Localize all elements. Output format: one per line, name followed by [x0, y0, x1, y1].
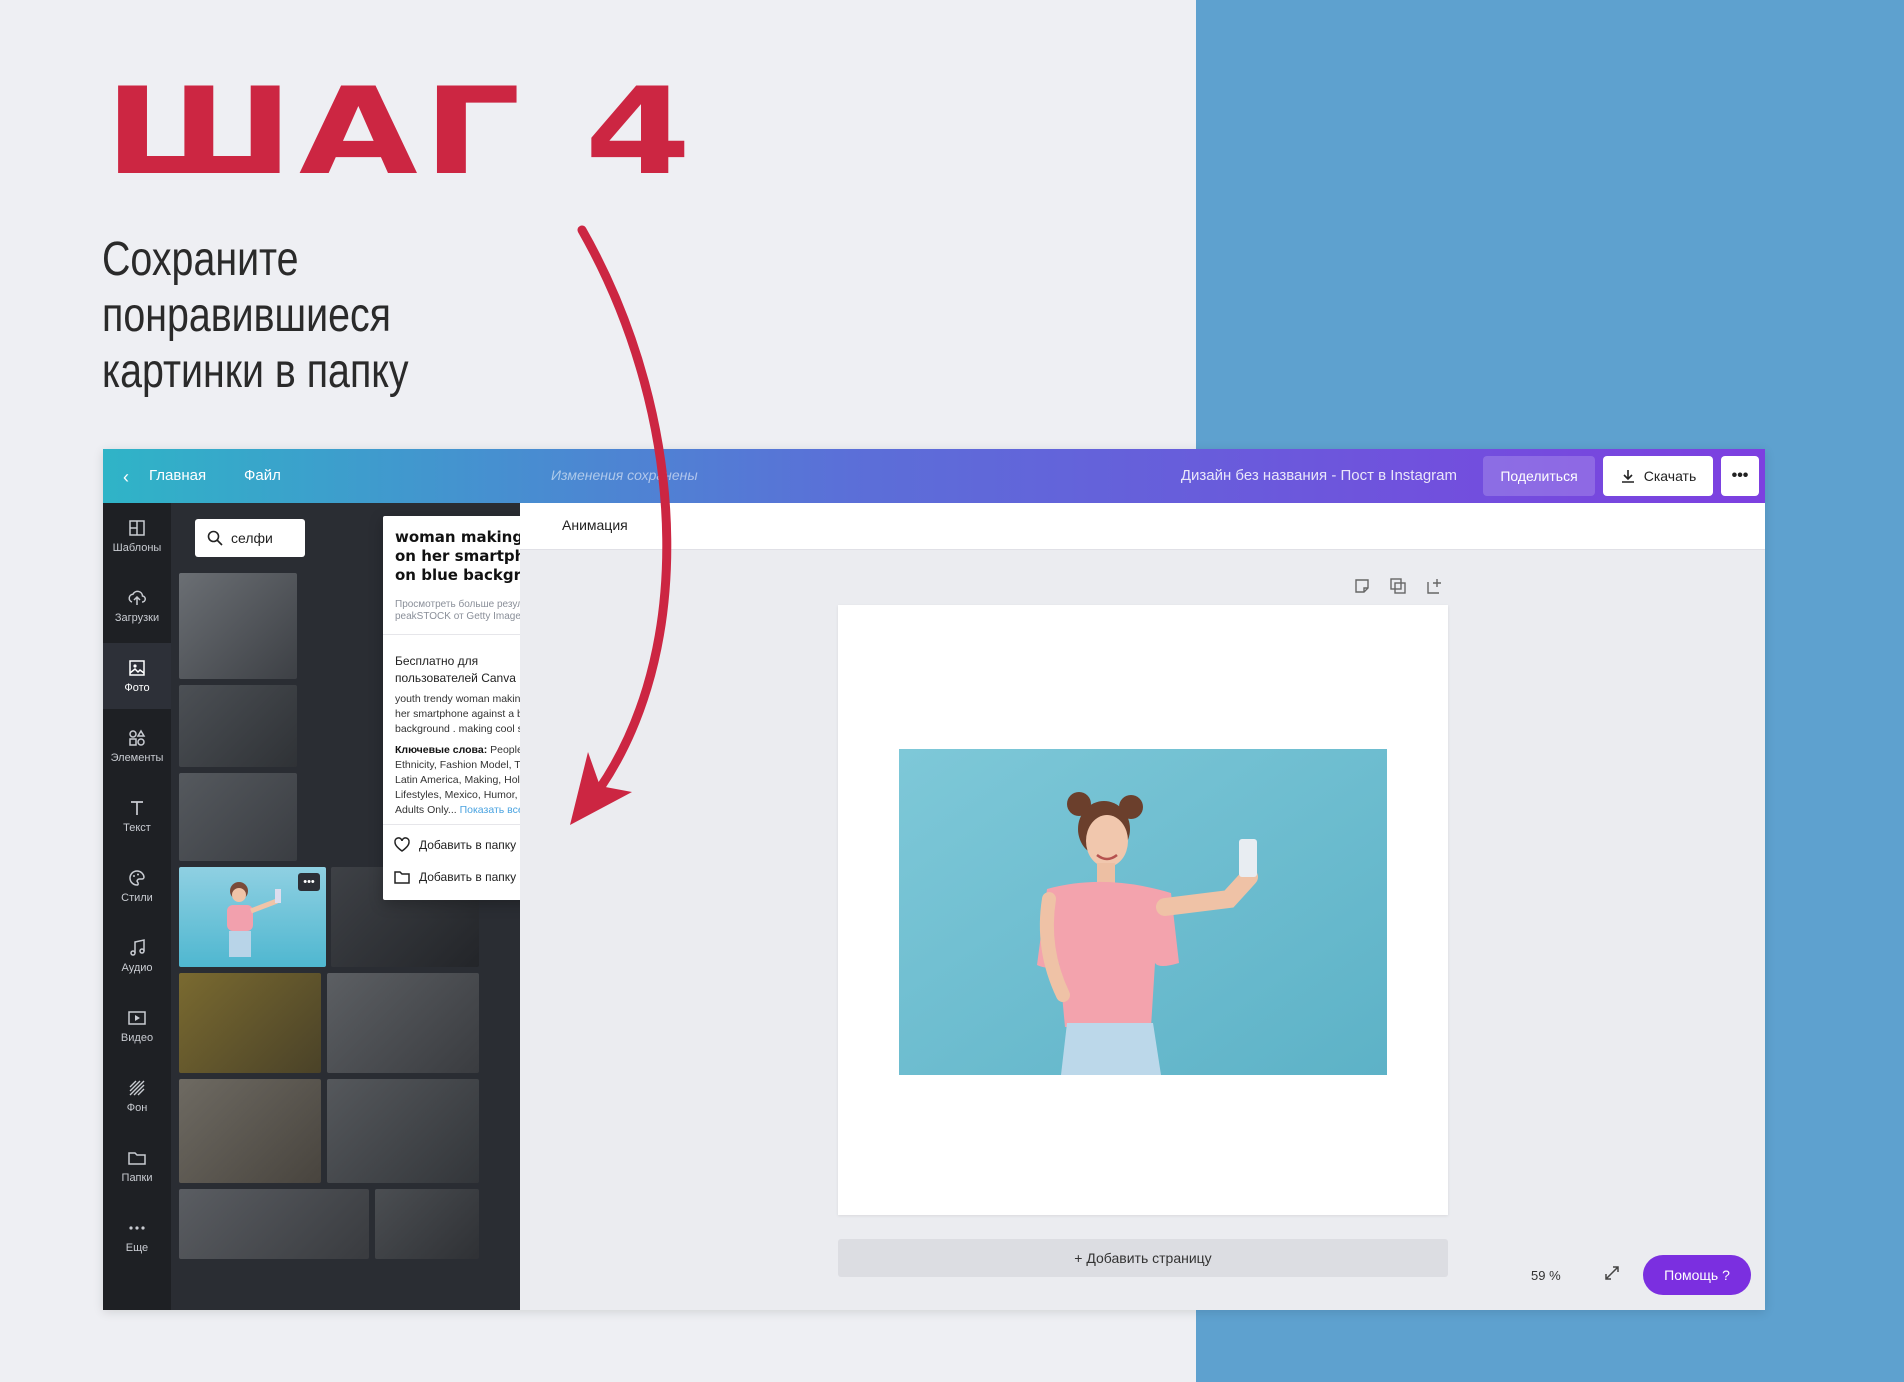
sidebar-item-elements[interactable]: Элементы: [103, 713, 171, 779]
photo-thumbnail[interactable]: [179, 773, 297, 861]
heart-icon: [394, 837, 410, 852]
sidebar-item-label: Еще: [125, 1242, 149, 1254]
selfie-photo[interactable]: [899, 749, 1387, 1075]
search-input[interactable]: селфи: [195, 519, 305, 557]
download-button[interactable]: Скачать: [1603, 456, 1713, 496]
templates-icon: [129, 520, 145, 536]
canva-editor-screenshot: ‹ Главная Файл Изменения сохранены Дизай…: [103, 449, 1765, 1310]
share-button[interactable]: Поделиться: [1483, 456, 1595, 496]
sidebar-item-uploads[interactable]: Загрузки: [103, 573, 171, 639]
note-icon[interactable]: [1353, 577, 1371, 595]
left-sidebar: Шаблоны Загрузки Фото Элементы Текст Сти…: [103, 503, 171, 1310]
sidebar-item-label: Фон: [126, 1102, 148, 1114]
popup-keywords: Ключевые слова: People, Caucasian Ethnic…: [395, 743, 520, 818]
search-value: селфи: [231, 530, 273, 546]
divider: [383, 634, 520, 635]
sidebar-item-label: Шаблоны: [112, 542, 162, 554]
add-page-button[interactable]: + Добавить страницу: [838, 1239, 1448, 1277]
step-description-line: понравившиеся: [102, 289, 391, 342]
elements-icon: [129, 729, 146, 746]
add-to-favorites-label: Добавить в папку «Понрав...: [419, 838, 520, 852]
sidebar-item-background[interactable]: Фон: [103, 1063, 171, 1129]
file-menu[interactable]: Файл: [244, 467, 281, 484]
document-title[interactable]: Дизайн без названия - Пост в Instagram: [1181, 467, 1457, 484]
fullscreen-icon[interactable]: [1603, 1264, 1621, 1282]
add-to-favorites-button[interactable]: Добавить в папку «Понрав...: [393, 836, 520, 854]
palette-icon: [129, 870, 145, 886]
upload-cloud-icon: [128, 590, 146, 605]
add-page-icon[interactable]: [1425, 577, 1443, 595]
video-icon: [128, 1011, 146, 1025]
photo-thumbnail[interactable]: [179, 1079, 321, 1183]
zoom-level[interactable]: 59 %: [1531, 1268, 1561, 1283]
sidebar-item-label: Текст: [123, 822, 151, 834]
music-note-icon: [130, 939, 145, 956]
popup-more-results-link[interactable]: Просмотреть больше результатов для peakS…: [395, 599, 520, 623]
editor-toolbar: [520, 503, 1765, 550]
thumbnail-more-button[interactable]: •••: [298, 873, 320, 891]
sidebar-item-label: Фото: [124, 682, 150, 694]
keywords-label: Ключевые слова:: [395, 744, 488, 756]
popup-description: youth trendy woman making photo on her s…: [395, 693, 520, 735]
download-label: Скачать: [1643, 468, 1697, 484]
sidebar-item-label: Загрузки: [114, 612, 160, 624]
save-status: Изменения сохранены: [551, 467, 698, 483]
editor-topbar: ‹ Главная Файл Изменения сохранены Дизай…: [103, 449, 1765, 503]
photo-thumbnail[interactable]: [375, 1189, 479, 1259]
photo-thumbnail[interactable]: [327, 973, 479, 1073]
home-link[interactable]: Главная: [149, 467, 206, 484]
photo-thumbnail[interactable]: [327, 1079, 479, 1183]
more-dots-icon: [129, 1226, 145, 1230]
sidebar-item-folders[interactable]: Папки: [103, 1133, 171, 1199]
photo-thumbnail[interactable]: [179, 973, 321, 1073]
sidebar-item-label: Стили: [121, 892, 153, 904]
popup-title: woman making photo on her smartphone on …: [395, 528, 520, 584]
sidebar-item-templates[interactable]: Шаблоны: [103, 503, 171, 569]
background-icon: [129, 1080, 145, 1096]
sidebar-item-audio[interactable]: Аудио: [103, 923, 171, 989]
duplicate-page-icon[interactable]: [1389, 577, 1407, 595]
help-button[interactable]: Помощь ?: [1643, 1255, 1751, 1295]
photo-thumbnail[interactable]: [179, 685, 297, 767]
download-icon: [1621, 470, 1634, 483]
photo-thumbnail-selected[interactable]: •••: [179, 867, 326, 967]
sidebar-item-text[interactable]: Текст: [103, 783, 171, 849]
more-options-button[interactable]: •••: [1721, 456, 1759, 496]
add-to-folder-button[interactable]: Добавить в папку: [393, 868, 516, 886]
chevron-left-icon[interactable]: ‹: [123, 467, 129, 488]
design-page[interactable]: [838, 605, 1448, 1215]
page-actions: [1353, 577, 1443, 595]
sidebar-item-label: Видео: [120, 1032, 154, 1044]
folder-icon: [128, 1152, 146, 1165]
divider: [383, 824, 520, 825]
photo-thumbnail[interactable]: [179, 1189, 369, 1259]
sidebar-item-label: Папки: [121, 1172, 153, 1184]
search-icon: [207, 530, 223, 546]
step-description: Сохраните понравившиеся картинки в папку: [102, 232, 446, 400]
step-description-line: картинки в папку: [102, 345, 409, 398]
photos-panel: селфи ••• woman making photo on her smar…: [171, 503, 520, 1310]
sidebar-item-more[interactable]: Еще: [103, 1203, 171, 1269]
sidebar-item-styles[interactable]: Стили: [103, 853, 171, 919]
sidebar-item-photos[interactable]: Фото: [103, 643, 171, 709]
text-icon: [131, 801, 143, 815]
popup-license-note: Бесплатно для пользователей Canva Pro: [395, 654, 520, 685]
photo-info-popup: woman making photo on her smartphone on …: [383, 516, 520, 900]
sidebar-item-label: Элементы: [110, 752, 164, 764]
folder-icon: [394, 871, 410, 884]
add-to-folder-label: Добавить в папку: [419, 870, 517, 884]
sidebar-item-label: Аудио: [121, 962, 153, 974]
step-description-line: Сохраните: [102, 233, 299, 286]
sidebar-item-video[interactable]: Видео: [103, 993, 171, 1059]
photo-icon: [129, 660, 145, 676]
photo-thumbnail[interactable]: [179, 573, 297, 679]
show-all-link[interactable]: Показать все: [457, 804, 520, 816]
animation-button[interactable]: Анимация: [562, 517, 628, 533]
step-title: ШАГ 4: [104, 63, 697, 202]
